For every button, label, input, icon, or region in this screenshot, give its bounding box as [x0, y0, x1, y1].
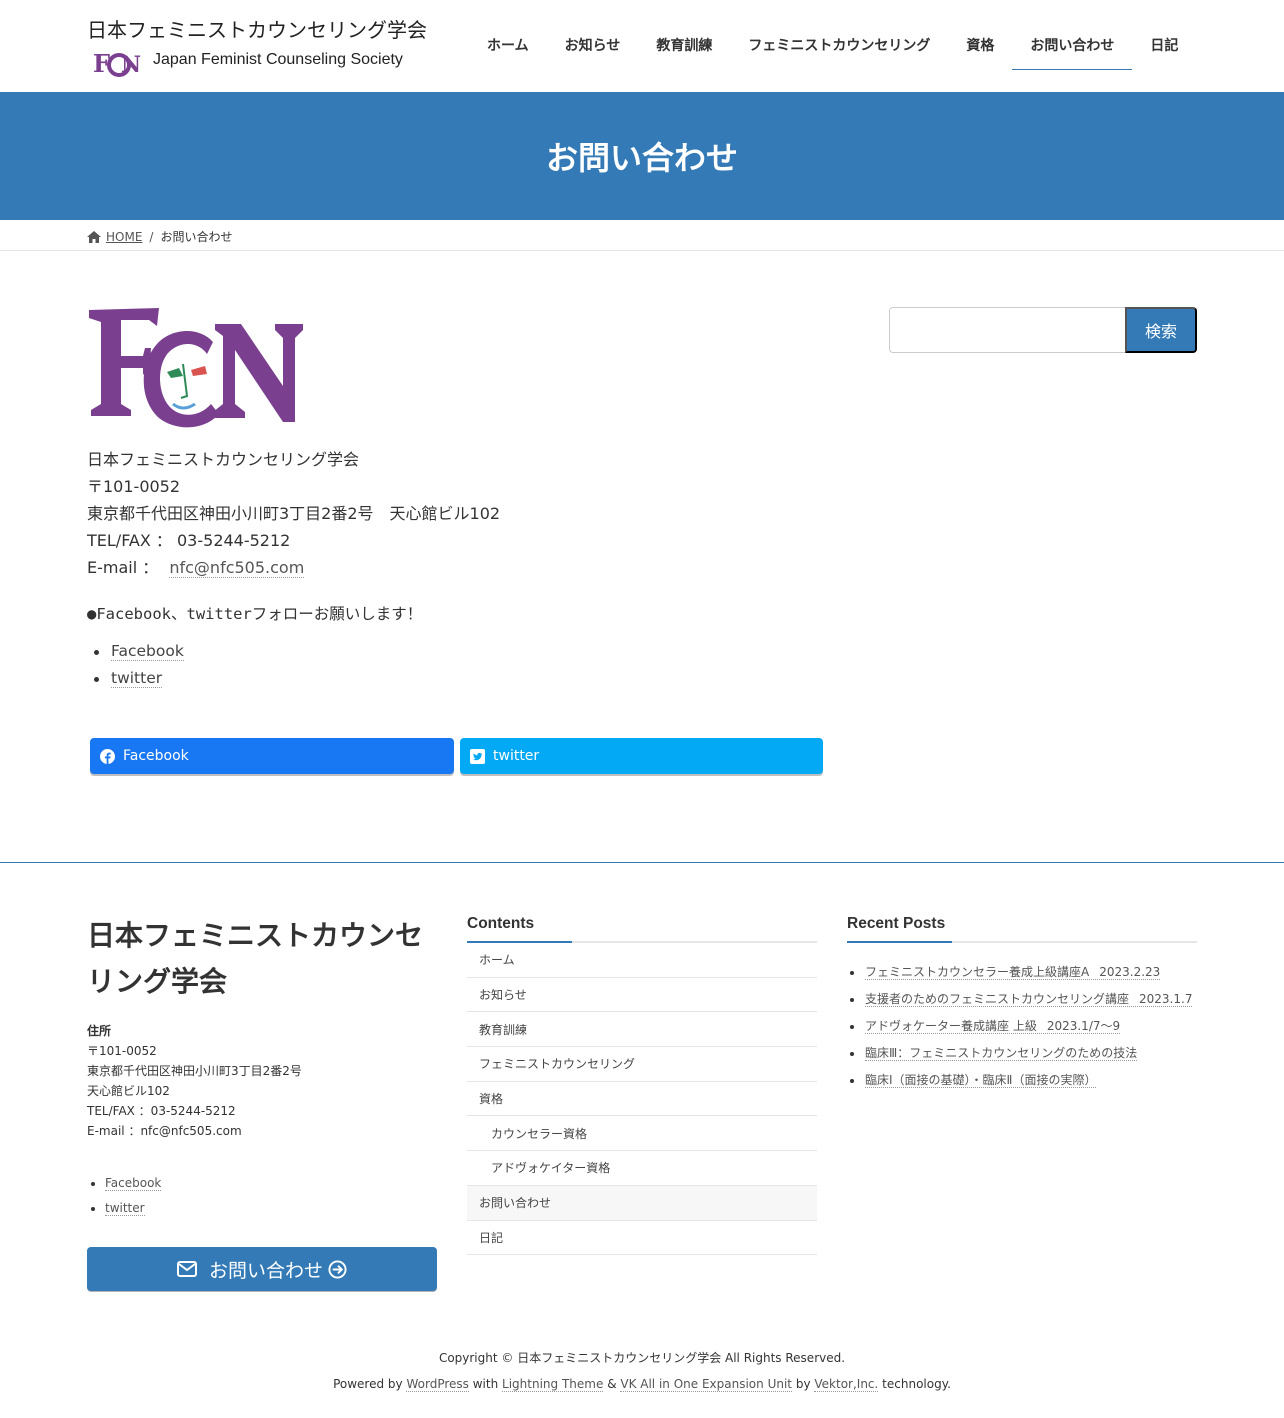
recent-post-date: 2023.1/7〜9 — [1046, 1019, 1121, 1033]
share-facebook-button[interactable]: Facebook — [90, 738, 454, 774]
page-title: お問い合わせ — [545, 139, 738, 177]
nav-item-contact[interactable]: お問い合わせ — [1012, 0, 1133, 92]
list-item: 支援者のためのフェミニストカウンセリング講座 2023.1.7 — [849, 986, 1193, 1013]
tel-fax: TEL/FAX ： 03-5244-5212 — [87, 531, 291, 550]
footer-title: 日本フェミニストカウンセリング学会 — [87, 919, 424, 998]
footer-menu-item[interactable]: お知らせ — [467, 978, 817, 1013]
site-footer: 日本フェミニストカウンセリング学会 住所 〒101-0052 東京都千代田区神田… — [0, 862, 1284, 1418]
breadcrumb: HOME / お問い合わせ — [0, 220, 1284, 251]
nav-item-qualification[interactable]: 資格 — [948, 0, 1012, 92]
footer-contents-menu: ホーム お知らせ 教育訓練 フェミニストカウンセリング 資格 カウンセラー資格 … — [467, 943, 817, 1256]
breadcrumb-current: お問い合わせ — [160, 230, 233, 244]
footer-contact-button[interactable]: お問い合わせ — [87, 1247, 437, 1291]
envelope-icon — [176, 1261, 197, 1277]
list-item: Facebook — [90, 1171, 162, 1196]
footer-contact-label: お問い合わせ — [208, 1259, 323, 1282]
nav-item-feminist-counseling[interactable]: フェミニストカウンセリング — [730, 0, 948, 92]
footer-address-line: 東京都千代田区神田小川町3丁目2番2号 — [87, 1064, 302, 1078]
footer-address-line: E-mail ：nfc@nfc505.com — [87, 1124, 242, 1138]
search-button[interactable]: 検索 — [1125, 307, 1197, 353]
svg-text:N: N — [121, 52, 141, 78]
twitter-icon — [470, 748, 485, 764]
global-nav: ホーム お知らせ 教育訓練 フェミニストカウンセリング 資格 お問い合わせ 日記 — [469, 0, 1196, 92]
breadcrumb-separator: / — [149, 229, 154, 244]
email-row: E-mail ： nfc@nfc505.com — [87, 554, 500, 581]
footer-sns-list: Facebook twitter — [90, 1171, 162, 1221]
follow-text: ●Facebook、twitterフォローお願いします！ — [87, 605, 423, 623]
footer-menu-item[interactable]: 教育訓練 — [467, 1012, 817, 1048]
powered-suffix: technology. — [882, 1377, 951, 1391]
site-header: 日本フェミニストカウンセリング学会 F N Japan Feminist Cou… — [0, 0, 1284, 92]
breadcrumb-home[interactable]: HOME — [106, 230, 142, 244]
facebook-icon — [100, 748, 115, 764]
email-label: E-mail ： — [87, 558, 159, 577]
share-facebook-label: Facebook — [123, 748, 189, 764]
address: 東京都千代田区神田小川町3丁目2番2号 天心館ビル102 — [87, 504, 501, 523]
search-input[interactable] — [889, 307, 1126, 353]
wordpress-link[interactable]: WordPress — [406, 1377, 469, 1392]
footer-menu-subitem[interactable]: カウンセラー資格 — [467, 1116, 817, 1152]
list-item: Facebook — [94, 638, 184, 665]
org-name: 日本フェミニストカウンセリング学会 — [87, 450, 360, 469]
list-item: 臨床Ⅰ（面接の基礎）・臨床Ⅱ（面接の実際） — [849, 1067, 1192, 1094]
footer-facebook-link[interactable]: Facebook — [105, 1176, 162, 1191]
recent-posts-list: フェミニストカウンセラー養成上級講座A 2023.2.23 支援者のためのフェミニ… — [849, 959, 1193, 1094]
footer-address-label: 住所 — [87, 1024, 112, 1038]
powered-amp: & — [607, 1377, 617, 1391]
site-subtitle: Japan Feminist Counseling Society — [153, 51, 403, 68]
footer-address-line: TEL/FAX ：03-5244-5212 — [87, 1104, 236, 1118]
powered-with: with — [472, 1377, 499, 1391]
page-header: お問い合わせ — [0, 92, 1284, 220]
contact-info: 日本フェミニストカウンセリング学会 〒101-0052 東京都千代田区神田小川町… — [87, 446, 500, 581]
powered-prefix: Powered by — [333, 1377, 403, 1391]
footer-menu-item[interactable]: フェミニストカウンセリング — [467, 1047, 817, 1082]
recent-posts-title: Recent Posts — [847, 915, 946, 932]
recent-post-link[interactable]: アドヴォケーター養成講座 上級 2023.1/7〜9 — [865, 1019, 1121, 1034]
footer-menu-subitem[interactable]: アドヴォケイター資格 — [467, 1151, 817, 1186]
recent-post-link[interactable]: 臨床Ⅲ：フェミニストカウンセリングのための技法 — [865, 1046, 1138, 1061]
site-title[interactable]: 日本フェミニストカウンセリング学会 — [87, 14, 427, 43]
footer-menu-item[interactable]: ホーム — [467, 943, 817, 978]
recent-post-date: 2023.1.7 — [1139, 992, 1193, 1006]
list-item: twitter — [94, 665, 184, 692]
fcn-logo-icon — [89, 308, 303, 428]
arrow-circle-right-icon — [328, 1259, 347, 1279]
list-item: アドヴォケーター養成講座 上級 2023.1/7〜9 — [849, 1013, 1192, 1040]
list-item: 臨床Ⅲ：フェミニストカウンセリングのための技法 — [849, 1040, 1192, 1067]
recent-post-link[interactable]: フェミニストカウンセラー養成上級講座A 2023.2.23 — [865, 965, 1161, 980]
recent-post-link[interactable]: 支援者のためのフェミニストカウンセリング講座 2023.1.7 — [865, 992, 1193, 1007]
footer-address: 住所 〒101-0052 東京都千代田区神田小川町3丁目2番2号 天心館ビル10… — [87, 1021, 302, 1141]
sns-list: Facebook twitter — [94, 638, 184, 692]
copyright: Copyright © 日本フェミニストカウンセリング学会 All Rights… — [438, 1351, 846, 1365]
site-logo-icon[interactable]: F N — [92, 46, 142, 78]
powered-by-word: by — [795, 1377, 811, 1391]
nav-item-news[interactable]: お知らせ — [547, 0, 639, 92]
email-link[interactable]: nfc@nfc505.com — [169, 558, 305, 578]
contents-widget-title: Contents — [467, 915, 535, 932]
recent-posts-rule — [847, 941, 1197, 943]
twitter-link[interactable]: twitter — [111, 669, 163, 688]
footer-twitter-link[interactable]: twitter — [105, 1201, 145, 1216]
home-icon — [87, 230, 101, 243]
list-item: twitter — [90, 1196, 161, 1221]
footer-menu-item[interactable]: 資格 — [467, 1082, 817, 1117]
share-twitter-button[interactable]: twitter — [460, 738, 823, 774]
vektor-link[interactable]: Vektor,Inc. — [814, 1377, 879, 1392]
powered-by: Powered by WordPress with Lightning Them… — [0, 1377, 1284, 1392]
footer-address-line: 〒101-0052 — [87, 1044, 157, 1058]
footer-menu-item[interactable]: 日記 — [467, 1221, 817, 1256]
lightning-theme-link[interactable]: Lightning Theme — [502, 1377, 604, 1392]
nav-item-diary[interactable]: 日記 — [1132, 0, 1196, 92]
vk-expansion-link[interactable]: VK All in One Expansion Unit — [620, 1377, 792, 1392]
recent-post-date: 2023.2.23 — [1099, 965, 1161, 979]
list-item: フェミニストカウンセラー養成上級講座A 2023.2.23 — [849, 959, 1192, 986]
postal-code: 〒101-0052 — [87, 477, 181, 496]
share-twitter-label: twitter — [493, 748, 540, 764]
nav-item-training[interactable]: 教育訓練 — [638, 0, 730, 92]
footer-address-line: 天心館ビル102 — [87, 1084, 170, 1098]
recent-post-link[interactable]: 臨床Ⅰ（面接の基礎）・臨床Ⅱ（面接の実際） — [865, 1073, 1097, 1088]
facebook-link[interactable]: Facebook — [111, 642, 184, 661]
footer-menu-item-current[interactable]: お問い合わせ — [467, 1185, 817, 1221]
nav-item-home[interactable]: ホーム — [469, 0, 547, 92]
